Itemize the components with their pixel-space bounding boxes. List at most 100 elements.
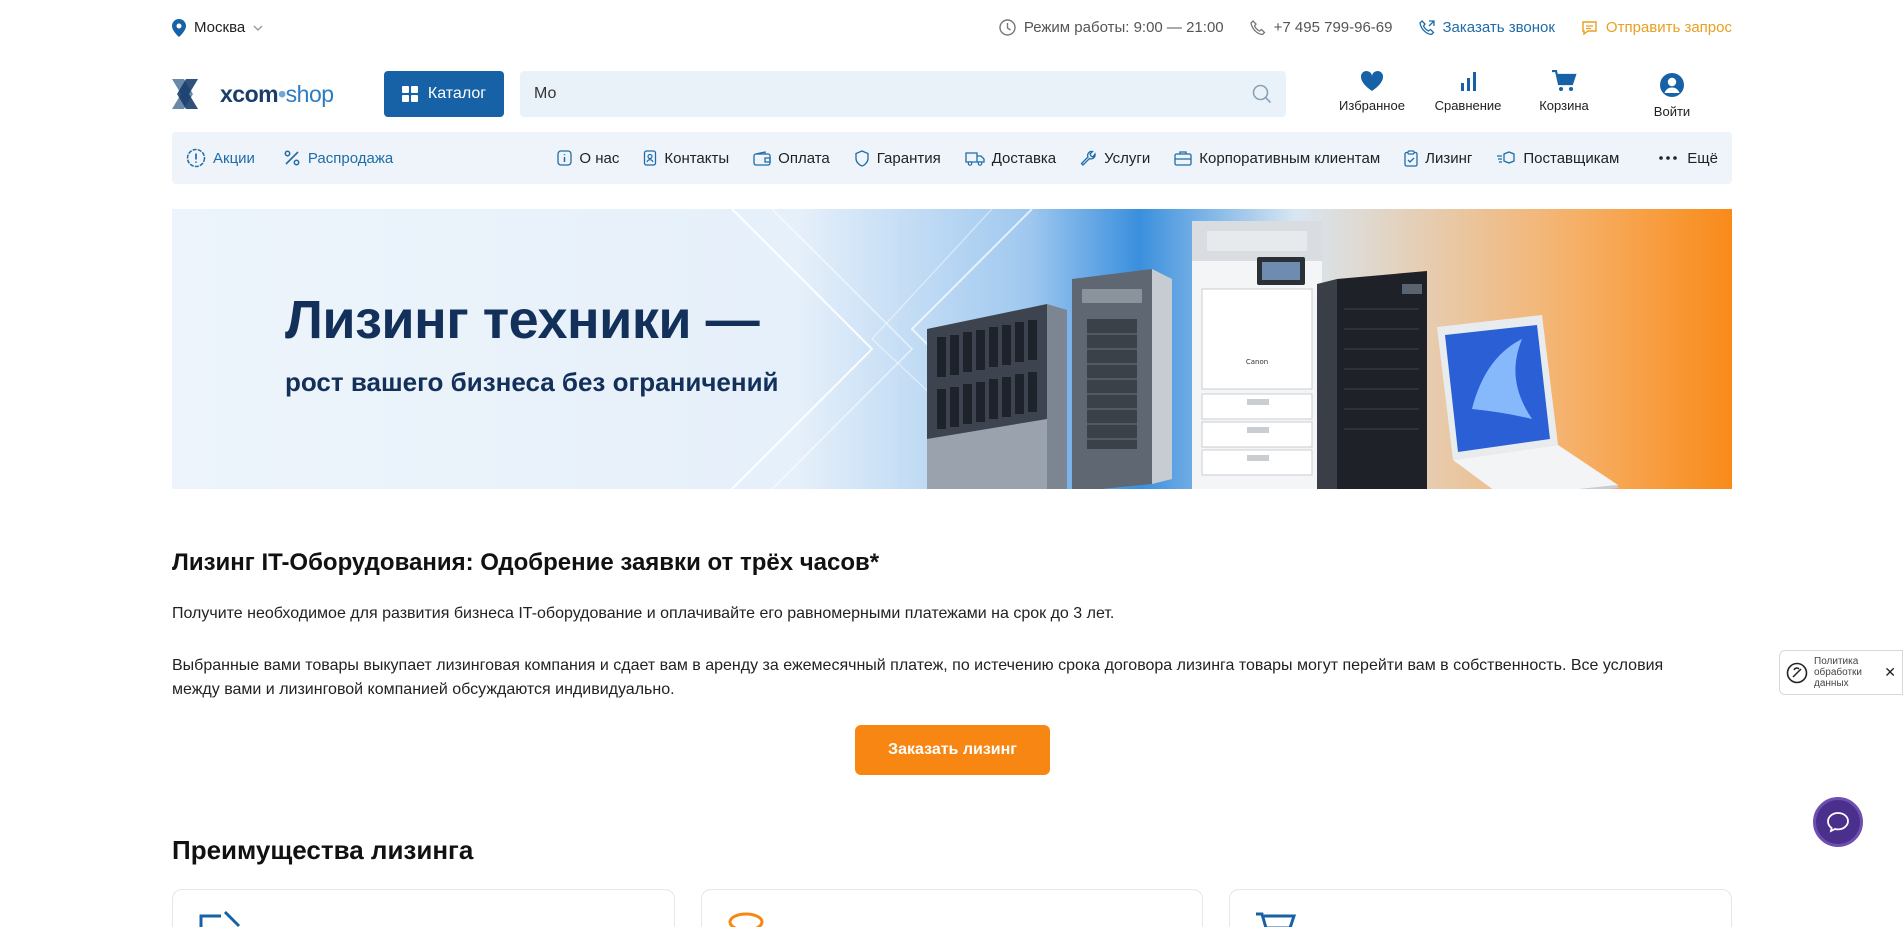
laptop-image xyxy=(1437,315,1618,489)
nav-delivery-label: Доставка xyxy=(991,149,1057,167)
user-avatar-icon xyxy=(1659,72,1685,98)
compare-link[interactable]: Сравнение xyxy=(1420,70,1516,113)
cart-link[interactable]: Корзина xyxy=(1516,69,1612,113)
clipboard-check-icon xyxy=(1404,149,1418,167)
nav-payment[interactable]: Оплата xyxy=(753,150,830,167)
fast-box-icon xyxy=(1496,150,1516,166)
nav-warranty-label: Гарантия xyxy=(876,149,941,167)
nav-sale[interactable]: Распродажа xyxy=(283,148,393,168)
more-dots-icon xyxy=(1659,156,1678,160)
nav-corporate-label: Корпоративным клиентам xyxy=(1199,149,1381,167)
working-hours: Режим работы: 9:00 — 21:00 xyxy=(999,19,1224,36)
blade-server-image xyxy=(927,304,1067,489)
callback-link[interactable]: Заказать звонок xyxy=(1418,19,1555,36)
advantage-card xyxy=(172,889,675,927)
catalog-button[interactable]: Каталог xyxy=(384,71,504,117)
bar-chart-icon xyxy=(1457,70,1479,92)
nav-warranty[interactable]: Гарантия xyxy=(854,150,941,167)
wallet-icon xyxy=(753,150,771,166)
clock-icon xyxy=(999,19,1016,36)
cart-label: Корзина xyxy=(1539,97,1589,113)
nav-contacts-label: Контакты xyxy=(664,149,730,167)
nav-about[interactable]: О нас xyxy=(557,150,619,167)
wrench-icon xyxy=(1080,150,1097,167)
advantages-title: Преимущества лизинга xyxy=(172,835,474,865)
checklist-icon xyxy=(197,910,245,927)
nav-delivery[interactable]: Доставка xyxy=(965,150,1056,167)
truck-icon xyxy=(965,151,985,166)
city-label: Москва xyxy=(194,19,246,36)
nav-about-label: О нас xyxy=(579,149,620,167)
policy-badge-icon xyxy=(1786,662,1808,684)
hours-text: Режим работы: 9:00 — 21:00 xyxy=(1023,19,1224,36)
info-icon xyxy=(557,150,573,166)
percent-icon xyxy=(283,149,301,167)
nav-leasing[interactable]: Лизинг xyxy=(1404,150,1472,167)
grid-icon xyxy=(401,86,418,102)
advantage-card xyxy=(1229,889,1733,927)
phone-callback-icon xyxy=(1418,19,1435,36)
favorites-link[interactable]: Избранное xyxy=(1324,70,1420,113)
page-title: Лизинг IT-Оборудования: Одобрение заявки… xyxy=(172,549,880,576)
logo[interactable]: xcom•shop xyxy=(172,79,384,109)
printer-image: Canon xyxy=(1192,221,1322,489)
nav-more-label: Ещё xyxy=(1687,149,1718,167)
cart-icon xyxy=(1551,69,1577,92)
phone-link[interactable]: +7 495 799-96-69 xyxy=(1249,19,1393,36)
ups-image xyxy=(1317,271,1427,489)
search-box[interactable] xyxy=(520,71,1286,117)
favorites-label: Избранное xyxy=(1339,97,1405,113)
briefcase-icon xyxy=(1174,150,1192,166)
header: xcom•shop Каталог Избранное Сравнение xyxy=(172,69,1732,119)
nav-services-label: Услуги xyxy=(1104,149,1151,167)
logo-text: xcom•shop xyxy=(220,80,334,107)
callback-text: Заказать звонок xyxy=(1442,19,1555,36)
send-request-link[interactable]: Отправить запрос xyxy=(1581,19,1732,36)
search-input[interactable] xyxy=(534,85,1252,103)
nav-suppliers[interactable]: Поставщикам xyxy=(1496,150,1619,167)
policy-text: Политика обработки данных xyxy=(1814,656,1863,689)
nav-more[interactable]: Ещё xyxy=(1659,150,1718,167)
intro-paragraph: Получите необходимое для развития бизнес… xyxy=(172,605,1115,622)
close-icon[interactable]: ✕ xyxy=(1884,665,1896,679)
leasing-banner[interactable]: Canon Лизинг техники — рост вашего бизне… xyxy=(172,209,1732,489)
request-text: Отправить запрос xyxy=(1605,19,1732,36)
tower-server-image xyxy=(1072,269,1172,489)
location-pin-icon xyxy=(172,18,186,37)
advantages-cards xyxy=(172,889,1733,927)
heart-icon xyxy=(1360,70,1384,92)
nav-contacts[interactable]: Контакты xyxy=(643,150,729,167)
alert-badge-icon xyxy=(186,148,206,168)
compare-label: Сравнение xyxy=(1434,97,1502,113)
nav-promotions-label: Акции xyxy=(213,149,255,167)
nav-promotions[interactable]: Акции xyxy=(186,148,255,168)
nav-corporate[interactable]: Корпоративным клиентам xyxy=(1174,150,1380,167)
xcom-logo-icon xyxy=(172,79,214,109)
chat-bubble-icon xyxy=(1581,20,1598,36)
nav-payment-label: Оплата xyxy=(778,149,830,167)
main-nav: Акции Распродажа О нас Контакты Оплата Г… xyxy=(172,132,1732,184)
printer-brand: Canon xyxy=(1246,358,1268,366)
catalog-label: Каталог xyxy=(427,85,487,102)
top-bar: Москва Режим работы: 9:00 — 21:00 +7 495… xyxy=(172,0,1732,55)
nav-services[interactable]: Услуги xyxy=(1080,150,1150,167)
login-link[interactable]: Войти xyxy=(1612,72,1732,119)
advantage-card xyxy=(700,889,1204,927)
contacts-book-icon xyxy=(643,150,657,166)
chat-widget-button[interactable] xyxy=(1813,797,1863,847)
phone-text: +7 495 799-96-69 xyxy=(1273,19,1393,36)
details-paragraph: Выбранные вами товары выкупает лизингова… xyxy=(172,657,1664,698)
city-selector[interactable]: Москва xyxy=(172,18,263,37)
nav-sale-label: Распродажа xyxy=(307,149,394,167)
banner-subtitle: рост вашего бизнеса без ограничений xyxy=(285,367,779,397)
phone-icon xyxy=(1249,19,1266,36)
nav-leasing-label: Лизинг xyxy=(1425,149,1473,167)
search-icon[interactable] xyxy=(1252,84,1272,104)
chat-icon xyxy=(1826,811,1850,833)
shield-icon xyxy=(854,149,870,167)
nav-suppliers-label: Поставщикам xyxy=(1523,149,1620,167)
order-leasing-button[interactable]: Заказать лизинг xyxy=(855,725,1050,775)
banner-title: Лизинг техники — xyxy=(285,290,760,350)
chevron-down-icon xyxy=(253,25,263,31)
privacy-policy-widget[interactable]: Политика обработки данных ✕ xyxy=(1779,650,1903,695)
